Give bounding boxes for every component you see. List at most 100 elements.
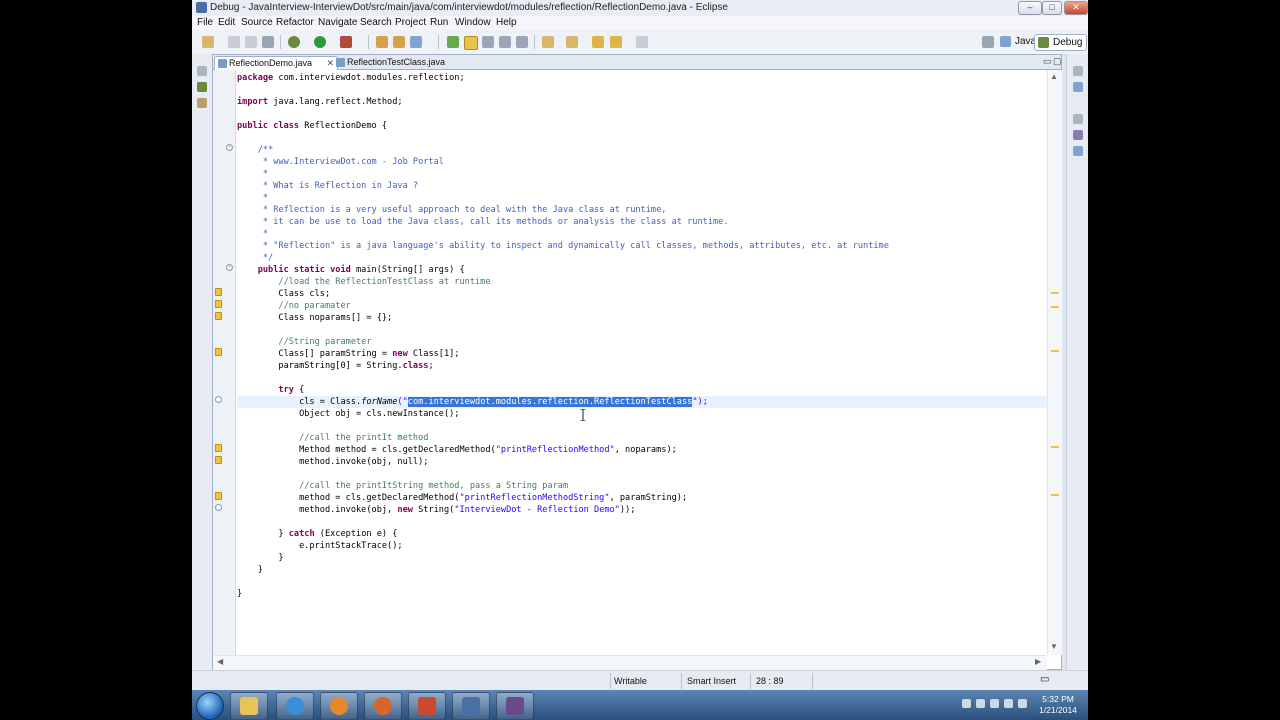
taskbar-firefox[interactable] (364, 692, 402, 720)
maximize-button[interactable]: □ (1042, 1, 1062, 15)
menu-navigate[interactable]: Navigate (318, 17, 357, 28)
comment-line: //call the printIt method (237, 433, 429, 443)
open-type-icon[interactable] (447, 36, 459, 48)
keyword: catch (288, 529, 315, 539)
previous-annotation-icon[interactable] (566, 36, 578, 48)
keyword: package (237, 73, 274, 83)
volume-icon[interactable] (1018, 699, 1027, 708)
menu-run[interactable]: Run (430, 17, 448, 28)
menu-search[interactable]: Search (360, 17, 392, 28)
overview-ruler[interactable]: ▲ ▼ (1047, 70, 1062, 655)
minimize-button[interactable]: – (1018, 1, 1042, 15)
outline-view-icon[interactable] (1073, 146, 1083, 156)
warning-overview-mark[interactable] (1051, 446, 1059, 448)
warning-marker-icon[interactable] (215, 348, 222, 356)
new-icon[interactable] (202, 36, 214, 48)
forward-icon[interactable] (636, 36, 648, 48)
last-edit-location-icon[interactable] (592, 36, 604, 48)
selected-text[interactable]: com.interviewdot.modules.reflection.Refl… (407, 397, 693, 407)
system-clock[interactable]: 5:32 PM 1/21/2014 (1032, 694, 1084, 716)
code-line: public class ReflectionDemo { (237, 120, 1047, 132)
office-icon (418, 697, 436, 715)
view-menu-icon[interactable]: ▭ (1040, 674, 1049, 685)
comment-line: //load the ReflectionTestClass at runtim… (237, 277, 491, 287)
warning-marker-icon[interactable] (215, 456, 222, 464)
tab-reflectiontestclass-java[interactable]: ReflectionTestClass.java (333, 56, 467, 69)
show-source-icon[interactable] (516, 36, 528, 48)
close-button[interactable]: ✕ (1064, 1, 1088, 15)
warning-overview-mark[interactable] (1051, 306, 1059, 308)
debug-icon[interactable] (288, 36, 300, 48)
internet-explorer-icon (286, 697, 304, 715)
horizontal-scrollbar[interactable]: ◀ ▶ (213, 655, 1047, 670)
maximize-editor-icon[interactable]: ▢ (1053, 56, 1062, 67)
restore-icon[interactable] (197, 66, 207, 76)
new-package-icon[interactable] (393, 36, 405, 48)
menu-help[interactable]: Help (496, 17, 517, 28)
print-icon[interactable] (262, 36, 274, 48)
warning-overview-mark[interactable] (1051, 292, 1059, 294)
restore-icon[interactable] (1073, 66, 1083, 76)
code-text: ; (428, 361, 434, 371)
breakpoint-marker-icon[interactable] (215, 504, 222, 511)
scroll-right-icon[interactable]: ▶ (1035, 657, 1041, 666)
menu-file[interactable]: File (197, 17, 213, 28)
taskbar-save-app[interactable] (452, 692, 490, 720)
breakpoint-marker-icon[interactable] (215, 396, 222, 403)
warning-marker-icon[interactable] (215, 444, 222, 452)
java-perspective-label: Java (1015, 36, 1037, 47)
warning-marker-icon[interactable] (215, 492, 222, 500)
open-perspective-icon[interactable] (982, 36, 994, 48)
network-icon[interactable] (1004, 699, 1013, 708)
menu-window[interactable]: Window (455, 17, 491, 28)
new-class-icon[interactable] (410, 36, 422, 48)
tray-icon[interactable] (976, 699, 985, 708)
toggle-mark-occurrences-icon[interactable] (464, 36, 478, 50)
taskbar-office[interactable] (408, 692, 446, 720)
debug-view-icon[interactable] (197, 82, 207, 92)
taskbar-media-player[interactable] (320, 692, 358, 720)
menu-source[interactable]: Source (241, 17, 273, 28)
scroll-left-icon[interactable]: ◀ (217, 657, 223, 666)
menu-edit[interactable]: Edit (218, 17, 235, 28)
variables-view-icon[interactable] (1073, 82, 1083, 92)
minimize-editor-icon[interactable]: ▭ (1043, 56, 1052, 67)
left-trim-stack (192, 54, 213, 670)
start-button[interactable] (196, 692, 224, 720)
servers-view-icon[interactable] (197, 98, 207, 108)
comment-line: //call the printItString method, pass a … (237, 481, 569, 491)
save-all-icon[interactable] (245, 36, 257, 48)
taskbar-eclipse[interactable] (496, 692, 534, 720)
menu-project[interactable]: Project (395, 17, 426, 28)
tray-icon[interactable] (962, 699, 971, 708)
save-icon[interactable] (228, 36, 240, 48)
warning-overview-mark[interactable] (1051, 494, 1059, 496)
menu-refactor[interactable]: Refactor (276, 17, 314, 28)
status-bar: Writable Smart Insert 28 : 89 ▭ (192, 670, 1088, 691)
fold-icon[interactable]: − (226, 144, 233, 151)
debug-perspective-button[interactable]: Debug (1034, 34, 1088, 51)
taskbar-ie[interactable] (276, 692, 314, 720)
expressions-view-icon[interactable] (1073, 130, 1083, 140)
warning-overview-mark[interactable] (1051, 350, 1059, 352)
restore-icon[interactable] (1073, 114, 1083, 124)
code-area[interactable]: package com.interviewdot.modules.reflect… (237, 70, 1047, 655)
warning-marker-icon[interactable] (215, 288, 222, 296)
tray-icon[interactable] (990, 699, 999, 708)
next-annotation-icon[interactable] (542, 36, 554, 48)
show-whitespace-icon[interactable] (499, 36, 511, 48)
windows-taskbar: 5:32 PM 1/21/2014 (192, 690, 1088, 720)
block-selection-icon[interactable] (482, 36, 494, 48)
warning-marker-icon[interactable] (215, 312, 222, 320)
new-java-project-icon[interactable] (376, 36, 388, 48)
tab-reflectiondemo-java[interactable]: ReflectionDemo.java ✕ (214, 56, 338, 70)
scroll-down-icon[interactable]: ▼ (1050, 642, 1058, 651)
string-literal: (" (397, 397, 408, 407)
taskbar-explorer[interactable] (230, 692, 268, 720)
scroll-up-icon[interactable]: ▲ (1050, 72, 1058, 81)
warning-marker-icon[interactable] (215, 300, 222, 308)
back-icon[interactable] (610, 36, 622, 48)
external-tools-icon[interactable] (340, 36, 352, 48)
fold-icon[interactable]: − (226, 264, 233, 271)
run-icon[interactable] (314, 36, 326, 48)
